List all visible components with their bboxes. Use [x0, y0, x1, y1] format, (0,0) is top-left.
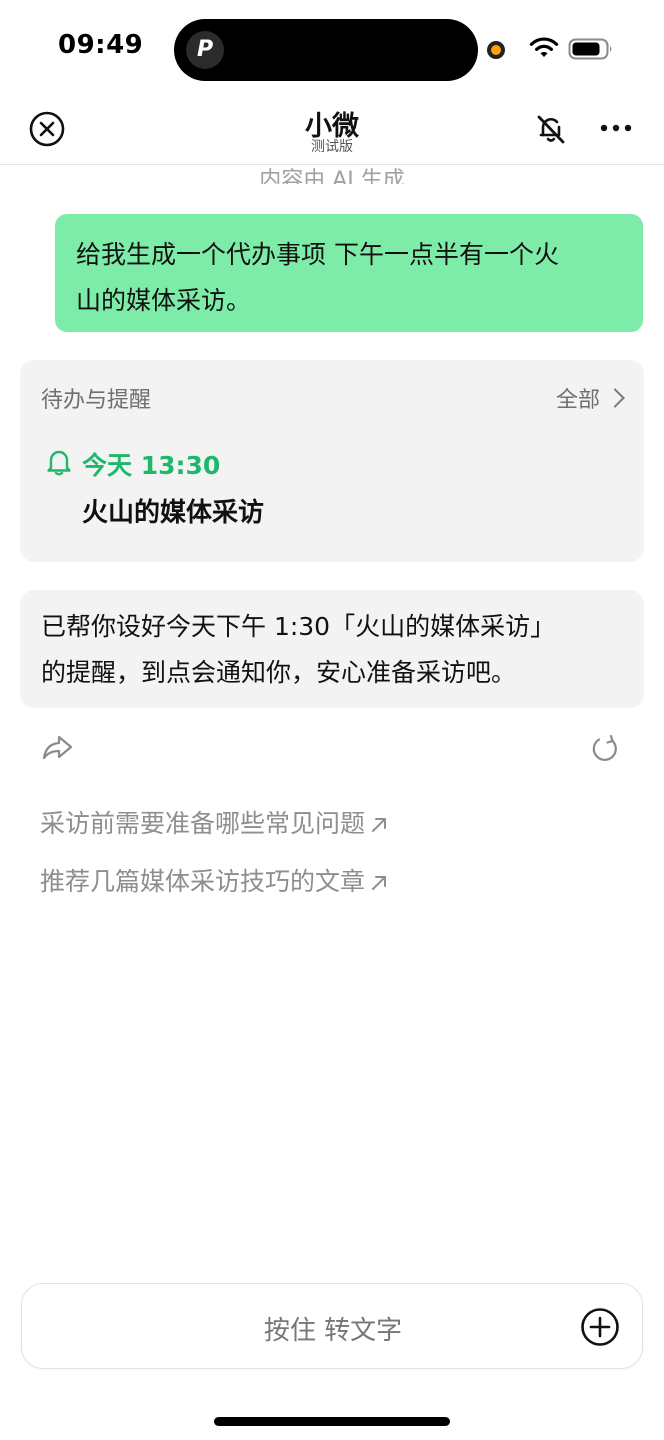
todo-reminder-card[interactable]: 待办与提醒 全部 今天 13:30 火山的媒体采访 — [20, 360, 644, 562]
battery-icon — [568, 38, 612, 60]
dynamic-island: P — [174, 19, 478, 81]
suggestion-label: 采访前需要准备哪些常见问题 — [40, 809, 366, 838]
user-message-line: 给我生成一个代办事项 下午一点半有一个火 — [76, 240, 559, 269]
island-app-icon: P — [186, 31, 224, 69]
status-time: 09:49 — [58, 30, 144, 60]
share-icon[interactable] — [40, 732, 74, 762]
chevron-right-icon — [605, 388, 625, 408]
recording-indicator-icon — [487, 41, 505, 59]
arrow-up-right-icon — [372, 876, 387, 890]
todo-all-label: 全部 — [555, 388, 600, 413]
todo-time: 今天 13:30 — [82, 451, 221, 480]
hold-to-talk-button[interactable]: 按住 转文字 — [22, 1310, 644, 1347]
more-icon[interactable] — [596, 116, 636, 140]
todo-card-title: 待办与提醒 — [41, 388, 152, 413]
ai-reply-bubble[interactable]: 已帮你设好今天下午 1:30「火山的媒体采访」 的提醒，到点会通知你，安心准备采… — [20, 590, 644, 708]
mute-icon[interactable] — [532, 110, 570, 148]
todo-task: 火山的媒体采访 — [82, 498, 265, 528]
voice-input-bar[interactable]: 按住 转文字 — [21, 1283, 643, 1369]
ai-reply-line: 的提醒，到点会通知你，安心准备采访吧。 — [41, 658, 517, 687]
refresh-icon[interactable] — [590, 734, 620, 764]
plus-icon[interactable] — [580, 1307, 620, 1347]
ai-reply-line: 已帮你设好今天下午 1:30「火山的媒体采访」 — [41, 612, 556, 641]
suggestion-item[interactable]: 推荐几篇媒体采访技巧的文章 — [40, 862, 389, 898]
bell-icon — [47, 450, 71, 476]
ai-generated-note: 内容由 AI 生成 — [259, 168, 405, 184]
arrow-up-right-icon — [372, 818, 387, 832]
user-message-bubble[interactable]: 给我生成一个代办事项 下午一点半有一个火 山的媒体采访。 — [55, 214, 643, 332]
suggestion-item[interactable]: 采访前需要准备哪些常见问题 — [40, 804, 389, 840]
wifi-icon — [529, 37, 559, 57]
todo-all-link[interactable]: 全部 — [555, 382, 625, 414]
home-indicator — [214, 1417, 450, 1426]
nav-bar: 小微 测试版 — [0, 96, 664, 165]
user-message-line: 山的媒体采访。 — [76, 286, 252, 315]
suggestion-label: 推荐几篇媒体采访技巧的文章 — [40, 867, 366, 896]
